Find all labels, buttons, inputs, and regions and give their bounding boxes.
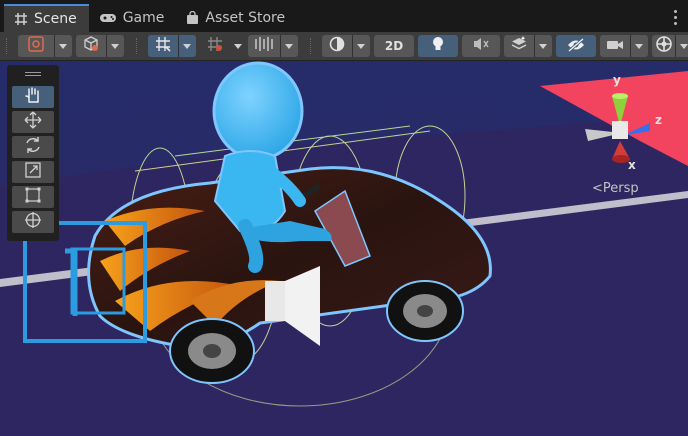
transform-icon xyxy=(24,211,42,233)
rotate-tool[interactable] xyxy=(12,136,54,158)
projection-toggle[interactable]: <Persp xyxy=(592,181,639,196)
gizmos-dropdown[interactable] xyxy=(652,35,688,57)
rect-tool[interactable] xyxy=(12,186,54,208)
projection-label: Persp xyxy=(602,181,639,196)
rotate-icon xyxy=(24,136,42,158)
scale-tool[interactable] xyxy=(12,161,54,183)
chevron-down-icon xyxy=(675,35,688,57)
grid-snapping-toggle[interactable] xyxy=(148,35,196,57)
grid-visibility-dropdown[interactable] xyxy=(248,35,298,57)
render-path-dropdown[interactable] xyxy=(76,35,124,57)
grid-plane-icon xyxy=(254,35,274,57)
gizmo-y-label: y xyxy=(613,73,621,87)
scene-render xyxy=(0,61,688,436)
toolbar-separator xyxy=(136,38,139,54)
tab-scene-label: Scene xyxy=(34,11,77,27)
perspective-icon: < xyxy=(592,181,603,196)
gizmo-globe-icon xyxy=(655,35,673,57)
hash-grid-icon xyxy=(14,12,28,26)
shading-mode-dropdown[interactable] xyxy=(322,35,370,57)
draw-mode-icon xyxy=(27,35,45,57)
2d-toggle-label: 2D xyxy=(384,39,404,53)
cube-icon xyxy=(82,35,100,57)
chevron-down-icon xyxy=(106,35,123,57)
increment-snap-dropdown[interactable] xyxy=(200,35,246,57)
video-camera-icon xyxy=(606,37,624,56)
tab-game[interactable]: Game xyxy=(89,4,177,32)
lighting-toggle[interactable] xyxy=(418,35,458,57)
toolbar-grip xyxy=(6,38,9,54)
move-tool[interactable] xyxy=(12,111,54,133)
tab-bar: Scene Game Asset Store xyxy=(0,0,688,32)
chevron-down-icon xyxy=(352,35,369,57)
tab-asset-store[interactable]: Asset Store xyxy=(176,4,297,32)
shaded-sphere-icon xyxy=(328,35,346,57)
transform-tool[interactable] xyxy=(12,211,54,233)
move-arrows-icon xyxy=(24,111,42,133)
eye-slash-icon xyxy=(566,37,586,56)
more-options-icon[interactable] xyxy=(674,10,678,28)
chevron-down-icon xyxy=(230,35,246,57)
scene-visibility-toggle[interactable] xyxy=(556,35,596,57)
effects-dropdown[interactable] xyxy=(504,35,552,57)
scale-icon xyxy=(24,161,42,183)
toolbar-separator xyxy=(310,38,313,54)
draw-mode-dropdown[interactable] xyxy=(18,35,72,57)
tab-asset-store-label: Asset Store xyxy=(205,10,286,26)
2d-toggle[interactable]: 2D xyxy=(374,35,414,57)
chevron-down-icon xyxy=(54,35,71,57)
increment-snap-icon xyxy=(206,35,224,57)
hand-tool[interactable] xyxy=(12,86,54,108)
chevron-down-icon xyxy=(534,35,551,57)
scene-window: { "tabs": [ {"label": "Scene", "icon": "… xyxy=(0,0,688,436)
gizmo-z-label: z xyxy=(655,113,662,127)
tab-scene[interactable]: Scene xyxy=(4,4,89,32)
shopping-bag-icon xyxy=(186,11,199,25)
grid-snap-icon xyxy=(154,35,172,57)
rect-transform-icon xyxy=(24,186,42,208)
layers-effects-icon xyxy=(510,35,528,57)
gizmo-x-label: x xyxy=(628,158,636,172)
scene-viewport[interactable]: y z x xyxy=(0,61,688,436)
overlay-grip[interactable] xyxy=(25,72,41,73)
tab-game-label: Game xyxy=(122,10,165,26)
lightbulb-icon xyxy=(430,35,446,57)
speaker-muted-icon xyxy=(472,36,490,56)
chevron-down-icon xyxy=(280,35,297,57)
camera-dropdown[interactable] xyxy=(600,35,648,57)
scene-toolbar: 2D xyxy=(0,32,688,61)
hand-icon xyxy=(24,86,42,108)
tools-overlay xyxy=(7,65,59,241)
audio-toggle[interactable] xyxy=(462,35,500,57)
chevron-down-icon xyxy=(630,35,647,57)
gamepad-icon xyxy=(99,12,117,24)
chevron-down-icon xyxy=(178,35,195,57)
